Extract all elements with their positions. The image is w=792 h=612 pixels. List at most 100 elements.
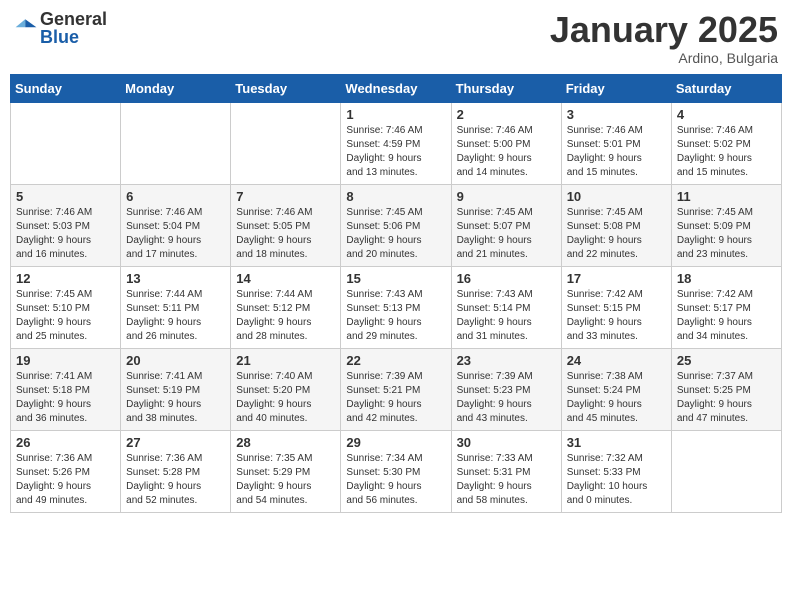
calendar-cell: 21 Sunrise: 7:40 AM Sunset: 5:20 PM Dayli… (231, 348, 341, 430)
calendar-cell: 5 Sunrise: 7:46 AM Sunset: 5:03 PM Daylig… (11, 184, 121, 266)
calendar-cell: 12 Sunrise: 7:45 AM Sunset: 5:10 PM Dayli… (11, 266, 121, 348)
day-info: Sunrise: 7:41 AM Sunset: 5:18 PM Dayligh… (16, 370, 115, 426)
day-info: Sunrise: 7:46 AM Sunset: 5:04 PM Dayligh… (126, 206, 225, 262)
calendar-cell: 7 Sunrise: 7:46 AM Sunset: 5:05 PM Daylig… (231, 184, 341, 266)
calendar-cell: 8Sunrise: 7:45 AM Sunset: 5:06 PM Daylig… (341, 184, 451, 266)
day-number: 8 (346, 189, 445, 204)
logo-blue-text: Blue (40, 28, 107, 46)
day-number: 14 (236, 271, 335, 286)
day-number: 30 (457, 435, 556, 450)
calendar-cell: 18 Sunrise: 7:42 AM Sunset: 5:17 PM Dayli… (671, 266, 781, 348)
calendar-cell: 1Sunrise: 7:46 AM Sunset: 4:59 PM Daylig… (341, 102, 451, 184)
calendar-cell: 4Sunrise: 7:46 AM Sunset: 5:02 PM Daylig… (671, 102, 781, 184)
day-number: 3 (567, 107, 666, 122)
day-info: Sunrise: 7:40 AM Sunset: 5:20 PM Dayligh… (236, 370, 335, 426)
calendar-cell: 10Sunrise: 7:45 AM Sunset: 5:08 PM Dayli… (561, 184, 671, 266)
calendar-cell: 31Sunrise: 7:32 AM Sunset: 5:33 PM Dayli… (561, 430, 671, 512)
day-number: 11 (677, 189, 776, 204)
calendar-cell: 11 Sunrise: 7:45 AM Sunset: 5:09 PM Dayli… (671, 184, 781, 266)
weekday-header-tuesday: Tuesday (231, 74, 341, 102)
day-number: 21 (236, 353, 335, 368)
day-number: 16 (457, 271, 556, 286)
logo-general-text: General (40, 10, 107, 28)
calendar-cell: 30 Sunrise: 7:33 AM Sunset: 5:31 PM Dayli… (451, 430, 561, 512)
week-row-5: 26 Sunrise: 7:36 AM Sunset: 5:26 PM Dayli… (11, 430, 782, 512)
calendar-cell: 13 Sunrise: 7:44 AM Sunset: 5:11 PM Dayli… (121, 266, 231, 348)
day-number: 28 (236, 435, 335, 450)
calendar-cell: 3 Sunrise: 7:46 AM Sunset: 5:01 PM Daylig… (561, 102, 671, 184)
calendar-cell: 17 Sunrise: 7:42 AM Sunset: 5:15 PM Dayli… (561, 266, 671, 348)
calendar-cell: 2 Sunrise: 7:46 AM Sunset: 5:00 PM Daylig… (451, 102, 561, 184)
day-number: 1 (346, 107, 445, 122)
location-subtitle: Ardino, Bulgaria (550, 50, 778, 66)
day-number: 5 (16, 189, 115, 204)
day-info: Sunrise: 7:36 AM Sunset: 5:26 PM Dayligh… (16, 452, 115, 508)
calendar-cell: 24 Sunrise: 7:38 AM Sunset: 5:24 PM Dayli… (561, 348, 671, 430)
day-info: Sunrise: 7:45 AM Sunset: 5:07 PM Dayligh… (457, 206, 556, 262)
calendar-cell: 9 Sunrise: 7:45 AM Sunset: 5:07 PM Daylig… (451, 184, 561, 266)
title-block: January 2025 Ardino, Bulgaria (550, 10, 778, 66)
calendar-cell (121, 102, 231, 184)
day-info: Sunrise: 7:39 AM Sunset: 5:23 PM Dayligh… (457, 370, 556, 426)
day-info: Sunrise: 7:43 AM Sunset: 5:13 PM Dayligh… (346, 288, 445, 344)
calendar-cell: 19 Sunrise: 7:41 AM Sunset: 5:18 PM Dayli… (11, 348, 121, 430)
day-info: Sunrise: 7:42 AM Sunset: 5:15 PM Dayligh… (567, 288, 666, 344)
day-number: 13 (126, 271, 225, 286)
weekday-header-wednesday: Wednesday (341, 74, 451, 102)
day-number: 26 (16, 435, 115, 450)
day-info: Sunrise: 7:34 AM Sunset: 5:30 PM Dayligh… (346, 452, 445, 508)
day-number: 17 (567, 271, 666, 286)
weekday-header-saturday: Saturday (671, 74, 781, 102)
day-number: 29 (346, 435, 445, 450)
calendar-cell: 22Sunrise: 7:39 AM Sunset: 5:21 PM Dayli… (341, 348, 451, 430)
calendar-cell: 14 Sunrise: 7:44 AM Sunset: 5:12 PM Dayli… (231, 266, 341, 348)
day-info: Sunrise: 7:42 AM Sunset: 5:17 PM Dayligh… (677, 288, 776, 344)
day-info: Sunrise: 7:45 AM Sunset: 5:09 PM Dayligh… (677, 206, 776, 262)
day-number: 6 (126, 189, 225, 204)
calendar-cell: 15 Sunrise: 7:43 AM Sunset: 5:13 PM Dayli… (341, 266, 451, 348)
calendar-table: SundayMondayTuesdayWednesdayThursdayFrid… (10, 74, 782, 513)
calendar-cell: 25Sunrise: 7:37 AM Sunset: 5:25 PM Dayli… (671, 348, 781, 430)
day-info: Sunrise: 7:41 AM Sunset: 5:19 PM Dayligh… (126, 370, 225, 426)
day-info: Sunrise: 7:45 AM Sunset: 5:10 PM Dayligh… (16, 288, 115, 344)
day-info: Sunrise: 7:46 AM Sunset: 5:05 PM Dayligh… (236, 206, 335, 262)
week-row-3: 12 Sunrise: 7:45 AM Sunset: 5:10 PM Dayli… (11, 266, 782, 348)
day-number: 27 (126, 435, 225, 450)
day-info: Sunrise: 7:44 AM Sunset: 5:12 PM Dayligh… (236, 288, 335, 344)
day-info: Sunrise: 7:33 AM Sunset: 5:31 PM Dayligh… (457, 452, 556, 508)
day-info: Sunrise: 7:46 AM Sunset: 5:00 PM Dayligh… (457, 124, 556, 180)
day-number: 4 (677, 107, 776, 122)
day-info: Sunrise: 7:37 AM Sunset: 5:25 PM Dayligh… (677, 370, 776, 426)
logo: General Blue (14, 10, 107, 46)
calendar-cell: 6 Sunrise: 7:46 AM Sunset: 5:04 PM Daylig… (121, 184, 231, 266)
day-info: Sunrise: 7:35 AM Sunset: 5:29 PM Dayligh… (236, 452, 335, 508)
calendar-cell: 16 Sunrise: 7:43 AM Sunset: 5:14 PM Dayli… (451, 266, 561, 348)
day-info: Sunrise: 7:44 AM Sunset: 5:11 PM Dayligh… (126, 288, 225, 344)
day-number: 18 (677, 271, 776, 286)
calendar-cell (11, 102, 121, 184)
day-number: 9 (457, 189, 556, 204)
day-info: Sunrise: 7:43 AM Sunset: 5:14 PM Dayligh… (457, 288, 556, 344)
week-row-2: 5 Sunrise: 7:46 AM Sunset: 5:03 PM Daylig… (11, 184, 782, 266)
weekday-header-monday: Monday (121, 74, 231, 102)
day-number: 2 (457, 107, 556, 122)
page-header: General Blue January 2025 Ardino, Bulgar… (10, 10, 782, 66)
calendar-cell: 26 Sunrise: 7:36 AM Sunset: 5:26 PM Dayli… (11, 430, 121, 512)
day-number: 19 (16, 353, 115, 368)
day-info: Sunrise: 7:36 AM Sunset: 5:28 PM Dayligh… (126, 452, 225, 508)
calendar-cell (231, 102, 341, 184)
day-number: 15 (346, 271, 445, 286)
month-title: January 2025 (550, 10, 778, 50)
day-info: Sunrise: 7:46 AM Sunset: 5:01 PM Dayligh… (567, 124, 666, 180)
day-number: 20 (126, 353, 225, 368)
day-number: 7 (236, 189, 335, 204)
day-info: Sunrise: 7:38 AM Sunset: 5:24 PM Dayligh… (567, 370, 666, 426)
day-info: Sunrise: 7:46 AM Sunset: 5:03 PM Dayligh… (16, 206, 115, 262)
weekday-header-sunday: Sunday (11, 74, 121, 102)
calendar-cell: 28 Sunrise: 7:35 AM Sunset: 5:29 PM Dayli… (231, 430, 341, 512)
day-number: 24 (567, 353, 666, 368)
day-number: 12 (16, 271, 115, 286)
calendar-cell (671, 430, 781, 512)
calendar-cell: 29 Sunrise: 7:34 AM Sunset: 5:30 PM Dayli… (341, 430, 451, 512)
weekday-header-friday: Friday (561, 74, 671, 102)
